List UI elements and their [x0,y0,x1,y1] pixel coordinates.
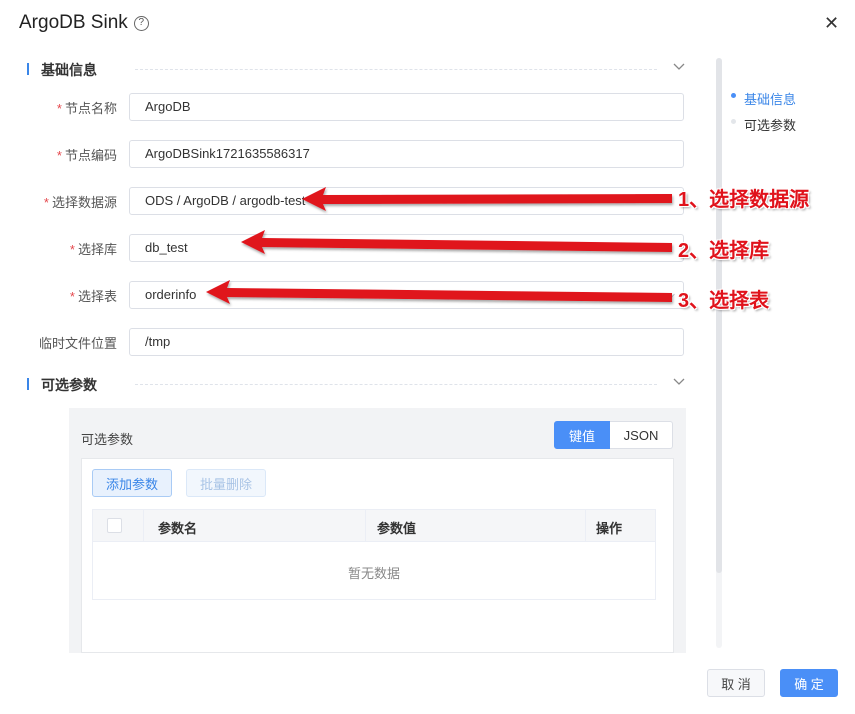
section-marker [27,63,29,75]
anchor-dot [731,119,736,124]
anchor-item-optional[interactable]: 可选参数 [744,115,796,134]
table-select[interactable]: orderinfo [129,281,684,309]
datasource-label: * 选择数据源 [43,195,117,210]
column-actions: 操作 [596,521,623,536]
anchor-dot-active [731,93,736,98]
database-label: * 选择库 [69,242,117,257]
empty-state-text: 暂无数据 [347,566,400,581]
chevron-down-icon [662,288,675,301]
column-divider [365,510,366,541]
anchor-item-basic[interactable]: 基础信息 [744,89,796,108]
close-icon[interactable]: ✕ [824,13,839,34]
dialog-title: ArgoDB Sink ? [19,12,149,34]
params-panel: 可选参数 键值 JSON 添加参数 批量删除 参数名 参数值 操作 暂无数据 [69,408,686,653]
section-marker [27,378,29,390]
node-name-label: * 节点名称 [56,101,117,116]
temp-path-input[interactable]: /tmp [129,328,684,356]
mode-json-button[interactable]: JSON [610,421,673,449]
database-select[interactable]: db_test [129,234,684,262]
column-divider [143,510,144,541]
table-label: * 选择表 [69,289,117,304]
column-divider [585,510,586,541]
column-param-name: 参数名 [158,521,198,536]
node-code-label: * 节点编码 [56,148,117,163]
datasource-select[interactable]: ODS / ArgoDB / argodb-test [129,187,684,215]
mode-keyvalue-button[interactable]: 键值 [554,421,610,449]
divider [135,69,657,70]
chevron-down-icon[interactable] [671,58,687,74]
section-basic-title: 基础信息 [41,62,97,78]
confirm-button[interactable]: 确 定 [780,669,838,697]
chevron-down-icon[interactable] [671,373,687,389]
section-optional-title: 可选参数 [41,377,97,393]
divider [135,384,657,385]
question-circle-icon[interactable]: ? [133,15,149,31]
annotation-step-1: 1、选择数据源 [678,189,810,211]
node-code-input[interactable]: ArgoDBSink1721635586317 [129,140,684,168]
section-basic-header[interactable]: 基础信息 [27,60,687,80]
batch-delete-button[interactable]: 批量删除 [186,469,266,497]
params-container: 添加参数 批量删除 参数名 参数值 操作 暂无数据 [81,458,674,653]
select-all-checkbox[interactable] [107,518,122,533]
params-table: 参数名 参数值 操作 暂无数据 [92,509,656,600]
params-panel-title: 可选参数 [81,432,134,447]
annotation-step-2: 2、选择库 [678,240,770,262]
add-param-button[interactable]: 添加参数 [92,469,172,497]
dialog-title-text: ArgoDB Sink [19,12,128,33]
scrollbar-thumb[interactable] [716,58,722,573]
table-header: 参数名 参数值 操作 [93,510,655,542]
section-optional-header[interactable]: 可选参数 [27,375,687,395]
node-name-input[interactable]: ArgoDB [129,93,684,121]
annotation-step-3: 3、选择表 [678,290,770,312]
temp-path-label: 临时文件位置 [38,336,117,351]
column-param-value: 参数值 [377,521,417,536]
mode-toggle: 键值 JSON [554,421,673,449]
cancel-button[interactable]: 取 消 [707,669,765,697]
